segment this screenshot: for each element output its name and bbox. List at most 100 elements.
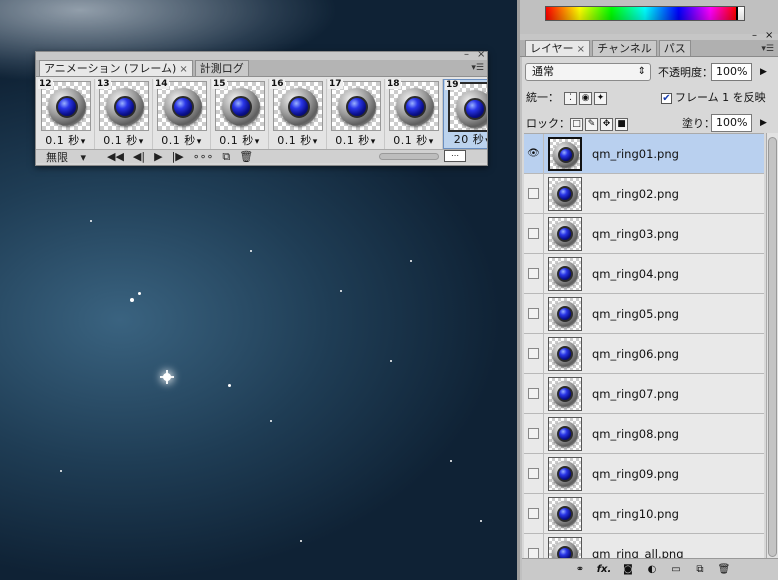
- layer-name[interactable]: qm_ring03.png: [592, 214, 679, 254]
- layers-scrollbar[interactable]: [766, 133, 778, 580]
- new-group-icon[interactable]: ▭: [666, 562, 686, 578]
- first-frame-icon[interactable]: ◀◀: [107, 150, 124, 163]
- frame-delay[interactable]: 0.1 秒: [37, 132, 94, 148]
- loop-select[interactable]: 無限 ▾: [46, 149, 98, 165]
- duplicate-frame-icon[interactable]: ⧉: [222, 150, 230, 164]
- frame-delay[interactable]: 0.1 秒: [211, 132, 268, 148]
- visibility-toggle[interactable]: [524, 213, 544, 254]
- frame-item-selected[interactable]: 19 20 秒: [443, 79, 487, 149]
- visibility-eye-icon[interactable]: 👁: [524, 134, 544, 174]
- layer-row[interactable]: qm_ring09.png: [524, 453, 764, 494]
- layer-row[interactable]: qm_ring02.png: [524, 173, 764, 214]
- frame-item[interactable]: 16 0.1 秒: [269, 79, 327, 149]
- layer-row[interactable]: qm_ring04.png: [524, 253, 764, 294]
- fill-input[interactable]: 100%: [711, 114, 753, 132]
- delete-frame-icon[interactable]: 🗑: [239, 150, 253, 163]
- tab-paths[interactable]: パス: [658, 40, 691, 56]
- lock-position-icon[interactable]: ✥: [600, 117, 613, 131]
- layer-name[interactable]: qm_ring01.png: [592, 134, 679, 174]
- fx-icon[interactable]: fx.: [594, 562, 614, 578]
- unify-style-icon[interactable]: ✦: [594, 91, 607, 105]
- layer-row[interactable]: qm_ring06.png: [524, 333, 764, 374]
- lock-pixels-icon[interactable]: ✎: [585, 117, 598, 131]
- ring-image: [48, 88, 86, 126]
- delete-layer-icon[interactable]: 🗑: [714, 562, 734, 578]
- layer-name[interactable]: qm_ring08.png: [592, 414, 679, 454]
- lock-all-icon[interactable]: ■: [615, 117, 628, 131]
- panel-menu-icon[interactable]: ▾☰: [471, 63, 484, 73]
- opacity-input[interactable]: 100%: [711, 63, 753, 81]
- convert-timeline-icon[interactable]: ⋯: [444, 150, 466, 162]
- frame-delay[interactable]: 0.1 秒: [385, 132, 442, 148]
- play-icon[interactable]: ▶: [154, 150, 162, 163]
- panel-titlebar[interactable]: – ×: [36, 49, 487, 60]
- layer-name[interactable]: qm_ring09.png: [592, 454, 679, 494]
- tween-icon[interactable]: ∘∘∘: [193, 150, 214, 163]
- previous-frame-icon[interactable]: ◀|: [133, 150, 145, 163]
- frame-number: 17: [328, 79, 343, 89]
- tab-measurement-log[interactable]: 計測ログ: [194, 60, 249, 76]
- minimize-icon[interactable]: –: [464, 49, 469, 60]
- new-layer-icon[interactable]: ⧉: [690, 562, 710, 578]
- panel-slider[interactable]: [379, 153, 439, 160]
- blend-mode-select[interactable]: 通常: [525, 63, 651, 81]
- tab-animation-frames[interactable]: アニメーション (フレーム) ×: [39, 60, 193, 76]
- next-frame-icon[interactable]: |▶: [172, 150, 184, 163]
- propagate-frame-checkbox[interactable]: ✔ フレーム 1 を反映: [661, 89, 766, 105]
- frame-item[interactable]: 15 0.1 秒: [211, 79, 269, 149]
- visibility-toggle[interactable]: [524, 493, 544, 534]
- layer-row[interactable]: qm_ring10.png: [524, 493, 764, 534]
- color-spectrum-bar[interactable]: [545, 6, 745, 21]
- visibility-toggle[interactable]: [524, 453, 544, 494]
- frame-item[interactable]: 13 0.1 秒: [95, 79, 153, 149]
- scrollbar-thumb[interactable]: [768, 137, 777, 557]
- layer-name[interactable]: qm_ring06.png: [592, 334, 679, 374]
- frame-item[interactable]: 18 0.1 秒: [385, 79, 443, 149]
- tab-close-icon[interactable]: ×: [179, 64, 187, 75]
- frame-item[interactable]: 12 0.1 秒: [37, 79, 95, 149]
- visibility-toggle[interactable]: [524, 253, 544, 294]
- frame-delay[interactable]: 0.1 秒: [269, 132, 326, 148]
- frame-delay[interactable]: 20 秒: [444, 131, 487, 147]
- layers-panel: 通常 不透明度： 100% ▶ 統一： ⁚◉✦ ✔フレーム 1 を反映 ロック：…: [522, 57, 778, 580]
- layer-row[interactable]: qm_ring03.png: [524, 213, 764, 254]
- tab-channels[interactable]: チャンネル: [592, 40, 657, 56]
- unify-position-icon[interactable]: ⁚: [564, 91, 577, 105]
- layer-row[interactable]: 👁 qm_ring01.png: [524, 134, 764, 174]
- tab-layers[interactable]: レイヤー ×: [525, 40, 591, 56]
- layer-name[interactable]: qm_ring04.png: [592, 254, 679, 294]
- visibility-toggle[interactable]: [524, 413, 544, 454]
- close-icon[interactable]: ×: [477, 49, 485, 60]
- frame-number: 12: [38, 79, 53, 89]
- frame-item[interactable]: 17 0.1 秒: [327, 79, 385, 149]
- layer-name[interactable]: qm_ring05.png: [592, 294, 679, 334]
- frame-delay[interactable]: 0.1 秒: [327, 132, 384, 148]
- frame-delay[interactable]: 0.1 秒: [153, 132, 210, 148]
- layer-name[interactable]: qm_ring07.png: [592, 374, 679, 414]
- visibility-toggle[interactable]: [524, 173, 544, 214]
- layer-row[interactable]: qm_ring08.png: [524, 413, 764, 454]
- animation-controls: 無限 ▾ ◀◀ ◀| ▶ |▶ ∘∘∘ ⧉ 🗑 ⋯: [36, 149, 487, 165]
- adjustment-layer-icon[interactable]: ◐: [642, 562, 662, 578]
- opacity-arrow-icon[interactable]: ▶: [760, 67, 767, 77]
- frame-delay[interactable]: 0.1 秒: [95, 132, 152, 148]
- add-mask-icon[interactable]: ◙: [618, 562, 638, 578]
- panel-menu-icon[interactable]: ▾☰: [761, 44, 774, 54]
- visibility-toggle[interactable]: [524, 333, 544, 374]
- checkbox-checked-icon[interactable]: ✔: [661, 93, 672, 104]
- layer-row[interactable]: qm_ring07.png: [524, 373, 764, 414]
- visibility-toggle[interactable]: [524, 373, 544, 414]
- layer-name[interactable]: qm_ring02.png: [592, 174, 679, 214]
- frame-item[interactable]: 14 0.1 秒: [153, 79, 211, 149]
- link-layers-icon[interactable]: ⚭: [570, 562, 590, 578]
- layer-name[interactable]: qm_ring10.png: [592, 494, 679, 534]
- unify-visibility-icon[interactable]: ◉: [579, 91, 592, 105]
- layer-thumbnail: [548, 177, 582, 211]
- layer-row[interactable]: qm_ring05.png: [524, 293, 764, 334]
- visibility-toggle[interactable]: [524, 293, 544, 334]
- lock-transparency-icon[interactable]: □: [570, 117, 583, 131]
- fill-arrow-icon[interactable]: ▶: [760, 118, 767, 128]
- tab-close-icon[interactable]: ×: [577, 44, 585, 55]
- unify-row: 統一： ⁚ ◉ ✦ ✔ フレーム 1 を反映: [522, 85, 778, 109]
- blend-row: 通常 不透明度： 100% ▶: [522, 60, 778, 84]
